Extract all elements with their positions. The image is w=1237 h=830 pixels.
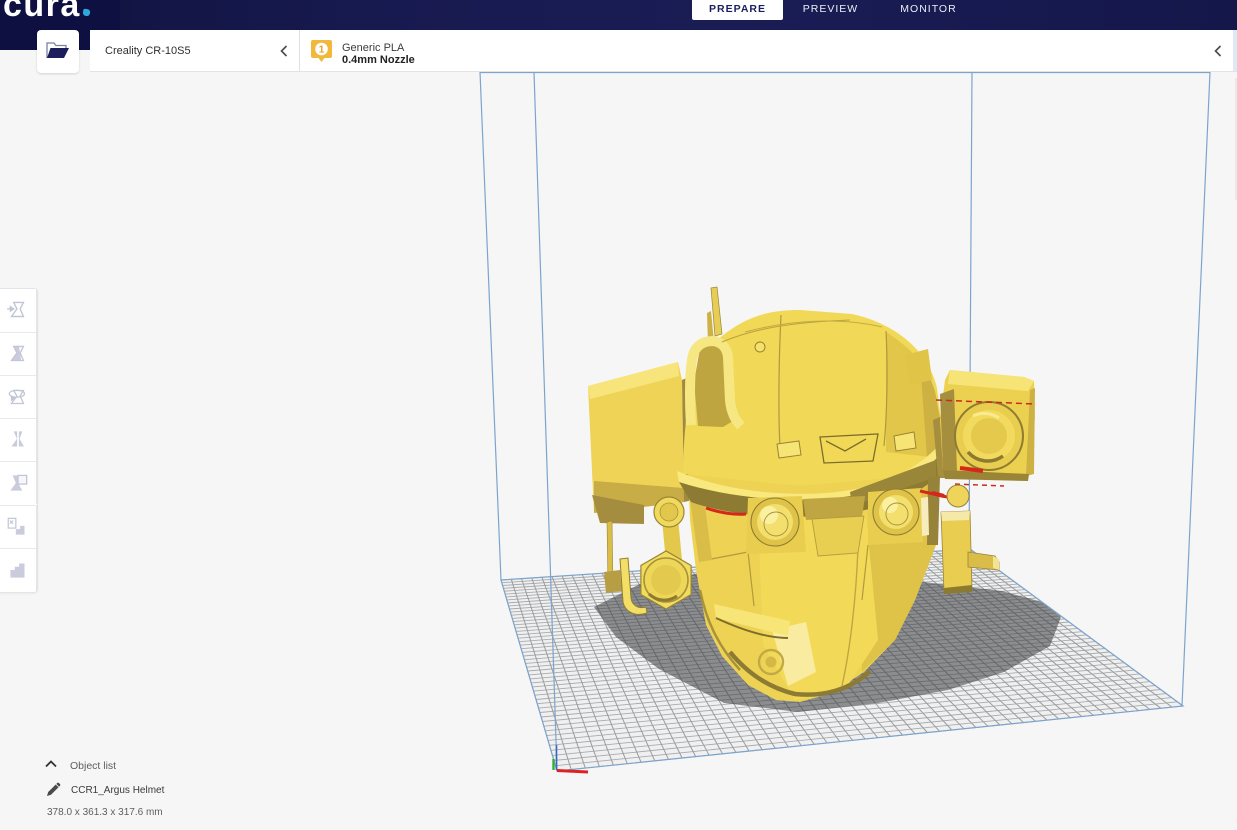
svg-text:1: 1 [319, 45, 325, 56]
